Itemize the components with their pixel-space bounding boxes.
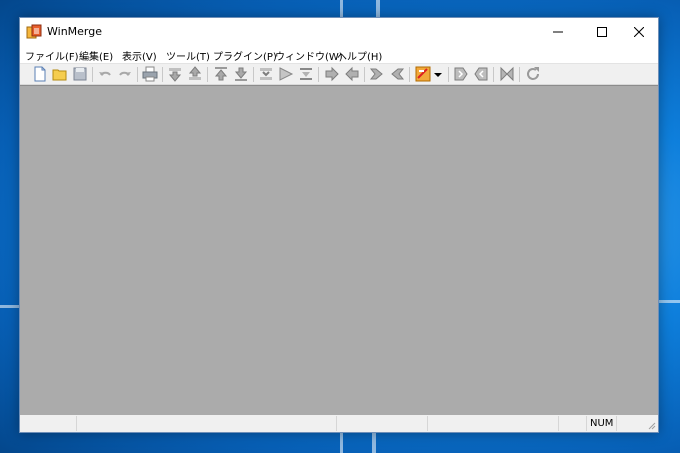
minimize-button[interactable] [538, 18, 578, 46]
toolbar-separator [162, 67, 163, 82]
open-icon[interactable] [52, 66, 68, 82]
menu-plugins[interactable]: プラグイン(P) [213, 48, 277, 63]
copy-right-icon[interactable] [324, 66, 340, 82]
print-icon[interactable] [142, 66, 158, 82]
toolbar-separator [318, 67, 319, 82]
resize-grip-icon[interactable] [646, 420, 656, 430]
title-bar[interactable]: WinMerge [20, 18, 658, 46]
menu-window[interactable]: ウィンドウ(W) [275, 48, 343, 63]
menu-view[interactable]: 表示(V) [122, 48, 157, 63]
light-beam [659, 300, 680, 303]
toolbar-separator [207, 67, 208, 82]
toolbar-separator [137, 67, 138, 82]
undo-icon[interactable] [97, 66, 113, 82]
save-icon[interactable] [72, 66, 88, 82]
status-pane [336, 416, 346, 431]
copy-right-advance-icon[interactable] [369, 66, 385, 82]
status-bar: NUM [20, 415, 658, 432]
maximize-icon [597, 27, 607, 37]
next-diff-icon[interactable] [167, 66, 183, 82]
main-content-area [20, 85, 658, 415]
close-button[interactable] [619, 18, 659, 46]
toolbar-separator [448, 67, 449, 82]
maximize-button[interactable] [582, 18, 622, 46]
light-beam [372, 433, 376, 453]
menu-help[interactable]: ヘルプ(H) [337, 48, 382, 63]
menu-file[interactable]: ファイル(F) [25, 48, 79, 63]
current-diff-icon[interactable] [258, 66, 274, 82]
next-file-icon[interactable] [453, 66, 469, 82]
redo-icon[interactable] [117, 66, 133, 82]
copy-left-advance-icon[interactable] [389, 66, 405, 82]
winmerge-logo-icon [26, 24, 42, 39]
menu-edit[interactable]: 編集(E) [79, 48, 113, 63]
status-pane [616, 416, 626, 431]
toolbar-separator [493, 67, 494, 82]
toolbar-separator [409, 67, 410, 82]
refresh-icon[interactable] [525, 66, 541, 82]
copy-left-icon[interactable] [344, 66, 360, 82]
prev-file-icon[interactable] [473, 66, 489, 82]
status-pane [558, 416, 568, 431]
toolbar-separator [253, 67, 254, 82]
app-window: WinMerge ファイル(F) 編集(E) 表示(V) ツール(T) プラグイ… [19, 17, 659, 433]
menu-tools[interactable]: ツール(T) [166, 48, 210, 63]
compare-icon[interactable] [499, 66, 515, 82]
close-icon [634, 27, 644, 37]
new-icon[interactable] [32, 66, 48, 82]
status-pane [76, 416, 86, 431]
status-pane [427, 416, 437, 431]
toolbar-separator [364, 67, 365, 82]
num-lock-indicator: NUM [590, 418, 614, 429]
light-beam [0, 305, 19, 308]
toolbar-separator [519, 67, 520, 82]
last-diff-icon[interactable] [233, 66, 249, 82]
light-beam [340, 433, 343, 453]
next-conflict-icon[interactable] [278, 66, 294, 82]
toolbar-separator [92, 67, 93, 82]
dropdown-arrow-icon[interactable] [433, 66, 443, 82]
toolbar [20, 63, 658, 85]
menu-bar: ファイル(F) 編集(E) 表示(V) ツール(T) プラグイン(P) ウィンド… [20, 46, 658, 63]
minimize-icon [553, 31, 563, 33]
prev-conflict-icon[interactable] [298, 66, 314, 82]
prev-diff-icon[interactable] [187, 66, 203, 82]
window-title: WinMerge [47, 25, 102, 38]
first-diff-icon[interactable] [213, 66, 229, 82]
options-icon[interactable] [415, 66, 431, 82]
